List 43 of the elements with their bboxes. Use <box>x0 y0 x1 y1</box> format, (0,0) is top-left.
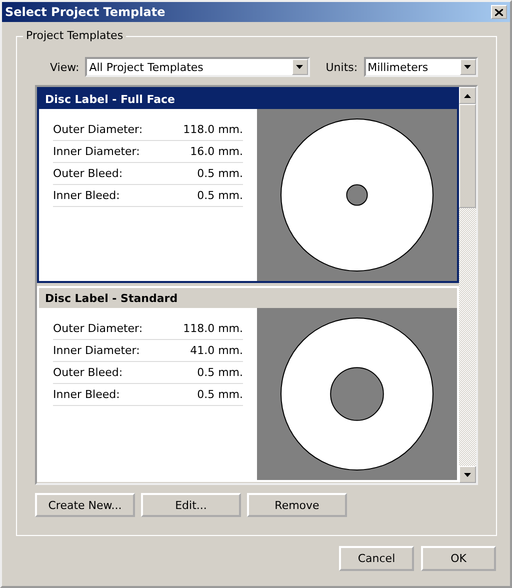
property-value: 41.0 mm. <box>190 344 243 357</box>
scroll-down-button[interactable] <box>459 466 476 483</box>
close-icon <box>495 8 503 16</box>
up-arrow-icon <box>464 94 471 98</box>
scroll-up-button[interactable] <box>459 87 476 104</box>
group-title: Project Templates <box>23 29 126 42</box>
list-button[interactable]: Edit... <box>141 493 241 517</box>
window-title: Select Project Template <box>5 5 166 19</box>
dialog-button[interactable]: Cancel <box>339 546 414 571</box>
down-arrow-icon <box>464 65 472 69</box>
property-value: 0.5 mm. <box>197 388 243 401</box>
dialog-button[interactable]: OK <box>421 546 496 571</box>
view-dropdown[interactable]: All Project Templates <box>85 57 310 77</box>
close-button[interactable] <box>491 5 507 19</box>
list-button[interactable]: Create New... <box>35 493 135 517</box>
units-dropdown[interactable]: Millimeters <box>364 57 478 77</box>
view-label: View: <box>50 60 80 74</box>
template-name: Disc Label - Full Face <box>39 89 457 109</box>
scrollbar[interactable] <box>459 87 476 483</box>
down-arrow-icon <box>296 65 304 69</box>
property-label: Inner Diameter: <box>53 344 140 357</box>
property-label: Outer Bleed: <box>53 366 123 379</box>
property-value: 0.5 mm. <box>197 167 243 180</box>
units-label: Units: <box>326 60 358 74</box>
property-value: 118.0 mm. <box>183 123 243 136</box>
property-value: 16.0 mm. <box>190 145 243 158</box>
property-label: Outer Diameter: <box>53 322 143 335</box>
template-item[interactable]: Disc Label - Full Face Outer Diameter: 118.0 mm. Inner Diameter: 16.0 mm. Outer Bleed: 0.5 mm. Inner Bleed: 0.5 mm. <box>37 87 459 283</box>
scroll-thumb[interactable] <box>459 104 476 208</box>
property-label: Inner Diameter: <box>53 145 140 158</box>
list-button[interactable]: Remove <box>247 493 347 517</box>
property-value: 118.0 mm. <box>183 322 243 335</box>
property-label: Inner Bleed: <box>53 388 120 401</box>
dropdown-arrow-button[interactable] <box>292 59 308 75</box>
property-label: Inner Bleed: <box>53 189 120 202</box>
property-value: 0.5 mm. <box>197 366 243 379</box>
template-name: Disc Label - Standard <box>39 288 457 308</box>
template-item[interactable]: Disc Label - Standard Outer Diameter: 118.0 mm. Inner Diameter: 41.0 mm. Outer Bleed: 0.5 mm. Inner Bleed: 0.5 mm. <box>37 286 459 482</box>
property-label: Outer Diameter: <box>53 123 143 136</box>
dropdown-arrow-button[interactable] <box>460 59 476 75</box>
property-label: Outer Bleed: <box>53 167 123 180</box>
property-value: 0.5 mm. <box>197 189 243 202</box>
down-arrow-icon <box>464 472 471 476</box>
